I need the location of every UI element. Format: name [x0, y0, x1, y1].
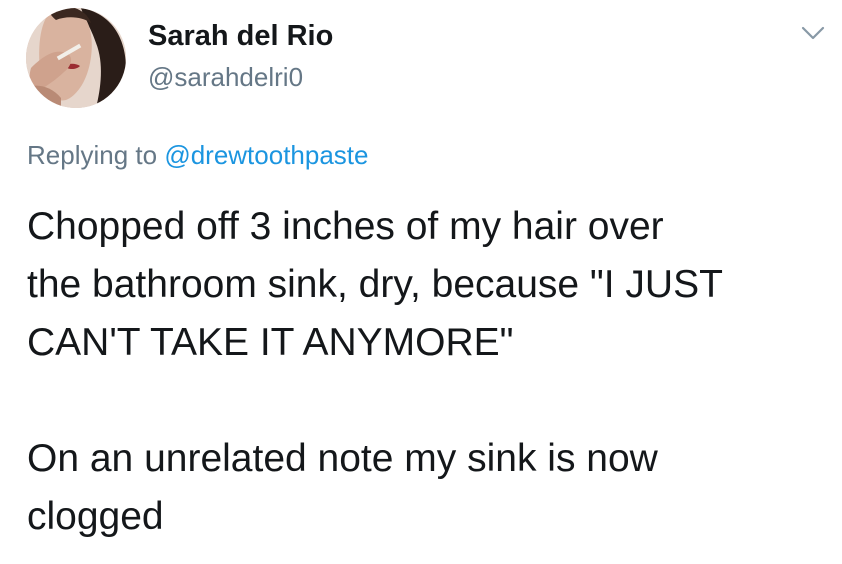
- chevron-down-icon[interactable]: [800, 24, 826, 42]
- author-display-name[interactable]: Sarah del Rio: [148, 20, 333, 53]
- tweet-card: Sarah del Rio @sarahdelri0 Replying to @…: [0, 0, 842, 564]
- tweet-line: the bathroom sink, dry, because "I JUST: [27, 263, 723, 306]
- tweet-line: clogged: [27, 495, 164, 538]
- reply-mention-link[interactable]: @drewtoothpaste: [164, 140, 368, 170]
- tweet-line: On an unrelated note my sink is now: [27, 437, 658, 480]
- avatar[interactable]: [26, 8, 126, 108]
- reply-context: Replying to @drewtoothpaste: [27, 140, 369, 171]
- tweet-body: Chopped off 3 inches of my hair over the…: [27, 198, 827, 546]
- reply-prefix: Replying to: [27, 140, 158, 170]
- tweet-line: Chopped off 3 inches of my hair over: [27, 205, 664, 248]
- tweet-line: CAN'T TAKE IT ANYMORE": [27, 321, 514, 364]
- author-handle[interactable]: @sarahdelri0: [148, 62, 303, 93]
- profile-photo-icon: [26, 8, 126, 108]
